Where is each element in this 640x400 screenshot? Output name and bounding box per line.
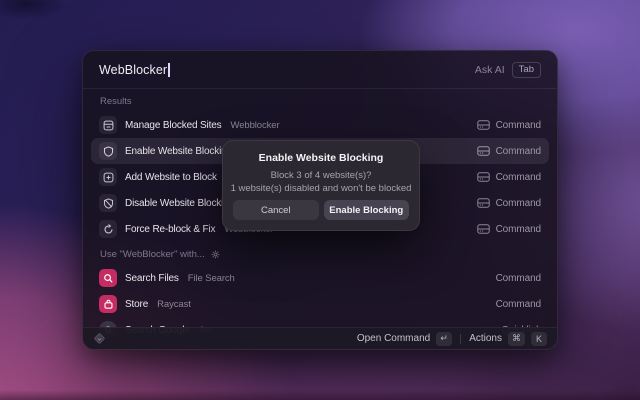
- row-accessory-label: Command: [496, 172, 541, 183]
- gear-icon[interactable]: [211, 250, 220, 259]
- row-accessory-label: Command: [496, 224, 541, 235]
- footer-divider: [460, 334, 461, 344]
- tab-key-badge: Tab: [512, 62, 541, 78]
- row-title: Enable Website Blocking: [125, 146, 232, 157]
- command-accessory-icon: [477, 146, 490, 156]
- enable-blocking-button[interactable]: Enable Blocking: [324, 200, 410, 220]
- actions-button[interactable]: Actions: [469, 333, 502, 344]
- blocked-sites-icon: [99, 116, 117, 134]
- command-accessory-icon: [477, 224, 490, 234]
- results-header-label: Results: [100, 96, 132, 107]
- dialog-title: Enable Website Blocking: [223, 152, 419, 164]
- search-files-icon: [99, 269, 117, 287]
- dialog-buttons: Cancel Enable Blocking: [233, 200, 409, 220]
- confirmation-dialog: Enable Website Blocking Block 3 of 4 web…: [222, 140, 420, 231]
- command-accessory-icon: [477, 198, 490, 208]
- use-with-header-label: Use "WebBlocker" with...: [100, 249, 205, 260]
- store-icon: [99, 295, 117, 313]
- refresh-icon: [99, 220, 117, 238]
- row-title: Store: [125, 299, 148, 310]
- command-accessory-icon: [477, 172, 490, 182]
- dialog-body: Block 3 of 4 website(s)? 1 website(s) di…: [223, 169, 419, 195]
- enter-key-badge[interactable]: ↵: [436, 332, 452, 346]
- cmd-key-badge[interactable]: ⌘: [508, 332, 525, 346]
- row-subtitle: File Search: [188, 273, 235, 284]
- use-with-row-store[interactable]: Store Raycast Command: [91, 291, 549, 317]
- footer-bar: Open Command ↵ Actions ⌘ K: [83, 327, 557, 349]
- row-accessory-label: Command: [496, 299, 541, 310]
- results-header: Results: [83, 89, 557, 112]
- row-accessory-label: Command: [496, 146, 541, 157]
- open-command-button[interactable]: Open Command: [357, 333, 430, 344]
- shield-icon: [99, 142, 117, 160]
- k-key-badge[interactable]: K: [531, 332, 547, 346]
- result-row-manage-blocked-sites[interactable]: Manage Blocked Sites Webblocker Command: [91, 112, 549, 138]
- ask-ai-label[interactable]: Ask AI: [475, 64, 505, 76]
- row-title: Search Files: [125, 273, 179, 284]
- row-title: Disable Website Blocking: [125, 198, 234, 209]
- text-caret: [168, 63, 170, 77]
- row-title: Force Re-block & Fix: [125, 224, 215, 235]
- cancel-button[interactable]: Cancel: [233, 200, 319, 220]
- row-accessory-label: Command: [496, 273, 541, 284]
- dialog-line2: 1 website(s) disabled and won't be block…: [223, 182, 419, 195]
- search-bar: WebBlocker Ask AI Tab: [83, 51, 557, 89]
- use-with-row-search-files[interactable]: Search Files File Search Command: [91, 265, 549, 291]
- search-input[interactable]: WebBlocker: [99, 63, 167, 77]
- row-title: Add Website to Block: [125, 172, 217, 183]
- use-with-header: Use "WebBlocker" with...: [83, 242, 557, 265]
- row-subtitle: Webblocker: [231, 120, 280, 131]
- shield-off-icon: [99, 194, 117, 212]
- row-title: Manage Blocked Sites: [125, 120, 222, 131]
- row-subtitle: Raycast: [157, 299, 191, 310]
- row-accessory-label: Command: [496, 120, 541, 131]
- add-square-icon: [99, 168, 117, 186]
- raycast-logo-icon: [93, 332, 106, 345]
- dialog-line1: Block 3 of 4 website(s)?: [223, 169, 419, 182]
- row-accessory-label: Command: [496, 198, 541, 209]
- command-accessory-icon: [477, 120, 490, 130]
